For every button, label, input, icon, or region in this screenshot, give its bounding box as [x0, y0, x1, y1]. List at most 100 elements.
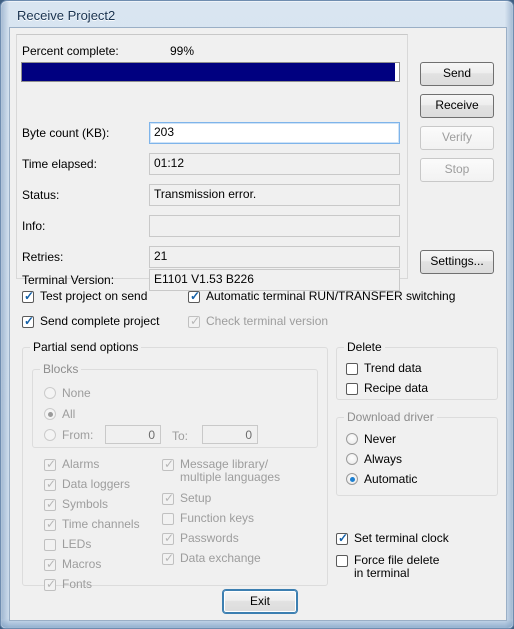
check-glyph: ✓ [46, 577, 57, 591]
checkbox[interactable]: ✓ Macros [44, 558, 101, 571]
checkbox-label: Trend data [364, 361, 422, 375]
blocks-from-label: From: [62, 428, 94, 442]
field-input[interactable]: E1101 V1.53 B226 [149, 269, 400, 291]
checkbox[interactable]: Trend data [346, 362, 422, 375]
radio-indicator [346, 453, 358, 465]
checkbox[interactable]: ✓ Automatic terminal RUN/TRANSFER switchi… [188, 290, 455, 303]
checkbox-indicator [346, 363, 358, 375]
window-title: Receive Project2 [17, 7, 116, 23]
checkbox-indicator: ✓ [188, 315, 200, 328]
button-stop[interactable]: Stop [420, 158, 494, 182]
percent-complete-label: Percent complete: [22, 44, 119, 58]
delete-title: Delete [344, 340, 385, 354]
button-verify[interactable]: Verify [420, 126, 494, 150]
checkbox[interactable]: ✓ Fonts [44, 578, 92, 591]
checkbox-label: Set terminal clock [354, 531, 449, 545]
checkbox-label: Send complete project [40, 314, 160, 328]
button-label: Verify [441, 130, 472, 145]
checkbox-label: Recipe data [364, 381, 429, 395]
checkbox-label: Macros [62, 557, 102, 571]
radio-label: Always [364, 452, 403, 466]
field-label: Info: [22, 219, 46, 233]
check-glyph: ✓ [46, 477, 57, 491]
checkbox-indicator: ✓ [162, 531, 175, 545]
checkbox[interactable]: ✓ Time channels [44, 518, 140, 531]
radio-button[interactable]: All [44, 407, 75, 421]
field-input[interactable]: Transmission error. [149, 184, 400, 206]
blocks-radio-from[interactable]: From: [44, 428, 93, 442]
checkbox-indicator: ✓ [336, 532, 348, 545]
button-label: Receive [435, 98, 479, 113]
checkbox-indicator: ✓ [188, 290, 200, 303]
button-label: Stop [444, 162, 470, 177]
partial-send-options-title: Partial send options [30, 340, 142, 354]
checkbox-indicator: ✓ [44, 577, 57, 591]
radio-button[interactable]: Never [346, 432, 396, 446]
checkbox[interactable]: ✓ Alarms [44, 458, 99, 471]
checkbox-indicator: ✓ [44, 518, 56, 531]
check-glyph: ✓ [46, 497, 57, 511]
radio-button[interactable]: Automatic [346, 472, 417, 486]
check-glyph: ✓ [164, 491, 175, 505]
dialog-window: Receive Project2 Percent complete: 99% B… [0, 0, 514, 629]
field-label: Time elapsed: [22, 157, 97, 171]
button-label: Send [442, 66, 472, 81]
checkbox[interactable]: ✓ Setup [162, 492, 312, 505]
checkbox-label: Time channels [62, 517, 140, 531]
checkbox-indicator: ✓ [44, 457, 57, 471]
checkbox[interactable]: ✓ Symbols [44, 498, 108, 511]
check-glyph: ✓ [46, 457, 57, 471]
check-glyph: ✓ [46, 557, 57, 571]
radio-indicator [346, 433, 358, 445]
radio-label: None [62, 386, 91, 400]
radio-dot [47, 411, 53, 417]
exit-button[interactable]: Exit [223, 590, 297, 613]
checkbox-label: Function keys [180, 511, 255, 525]
checkbox[interactable]: ✓ Data loggers [44, 478, 130, 491]
checkbox[interactable]: LEDs [44, 538, 91, 551]
blocks-from-input[interactable]: 0 [105, 425, 161, 444]
checkbox-label: Passwords [180, 531, 239, 545]
checkbox[interactable]: ✓ Data exchange [162, 552, 312, 565]
radio-indicator [346, 473, 358, 485]
dialog-client-area: Percent complete: 99% Byte count (KB): Ti… [9, 27, 507, 621]
field-label: Status: [22, 188, 60, 202]
field-label: Retries: [22, 250, 64, 264]
radio-button[interactable]: Always [346, 452, 402, 466]
radio-button[interactable]: None [44, 386, 91, 400]
checkbox[interactable]: Function keys [162, 512, 312, 525]
checkbox-label: Message library/multiple languages [180, 457, 281, 484]
field-input[interactable]: 01:12 [149, 153, 400, 175]
blocks-to-input[interactable]: 0 [202, 425, 258, 444]
check-glyph: ✓ [164, 531, 175, 545]
button-settings[interactable]: Settings... [420, 250, 494, 274]
checkbox-indicator [44, 539, 56, 551]
checkbox[interactable]: ✓ Passwords [162, 532, 312, 545]
field-input[interactable] [149, 215, 400, 237]
button-send[interactable]: Send [420, 62, 494, 86]
button-label: Settings... [430, 254, 484, 269]
checkbox[interactable]: ✓ Send complete project [22, 315, 159, 328]
field-input[interactable]: 203 [149, 122, 400, 144]
exit-button-label: Exit [249, 593, 270, 608]
checkbox-indicator: ✓ [44, 557, 57, 571]
check-glyph: ✓ [24, 314, 35, 328]
field-input[interactable]: 21 [149, 246, 400, 268]
checkbox-indicator [346, 383, 358, 395]
checkbox[interactable]: ✓ Test project on send [22, 290, 147, 303]
checkbox-indicator: ✓ [162, 491, 175, 505]
checkbox[interactable]: Force file delete in terminal [336, 554, 439, 580]
checkbox-label: LEDs [62, 537, 92, 551]
blocks-group: Blocks None All From: 0 To: 0 [32, 362, 318, 448]
checkbox[interactable]: Recipe data [346, 382, 428, 395]
checkbox-label: Data loggers [62, 477, 131, 491]
button-receive[interactable]: Receive [420, 94, 494, 118]
progress-bar [21, 62, 400, 82]
checkbox[interactable]: ✓ Message library/multiple languages [162, 458, 312, 484]
checkbox-label: Automatic terminal RUN/TRANSFER switchin… [206, 289, 456, 303]
checkbox-label: Alarms [62, 457, 100, 471]
checkbox[interactable]: ✓ Set terminal clock [336, 532, 449, 545]
checkbox-indicator: ✓ [162, 552, 174, 565]
checkbox[interactable]: ✓ Check terminal version [188, 315, 328, 328]
radio-label: Automatic [364, 472, 418, 486]
